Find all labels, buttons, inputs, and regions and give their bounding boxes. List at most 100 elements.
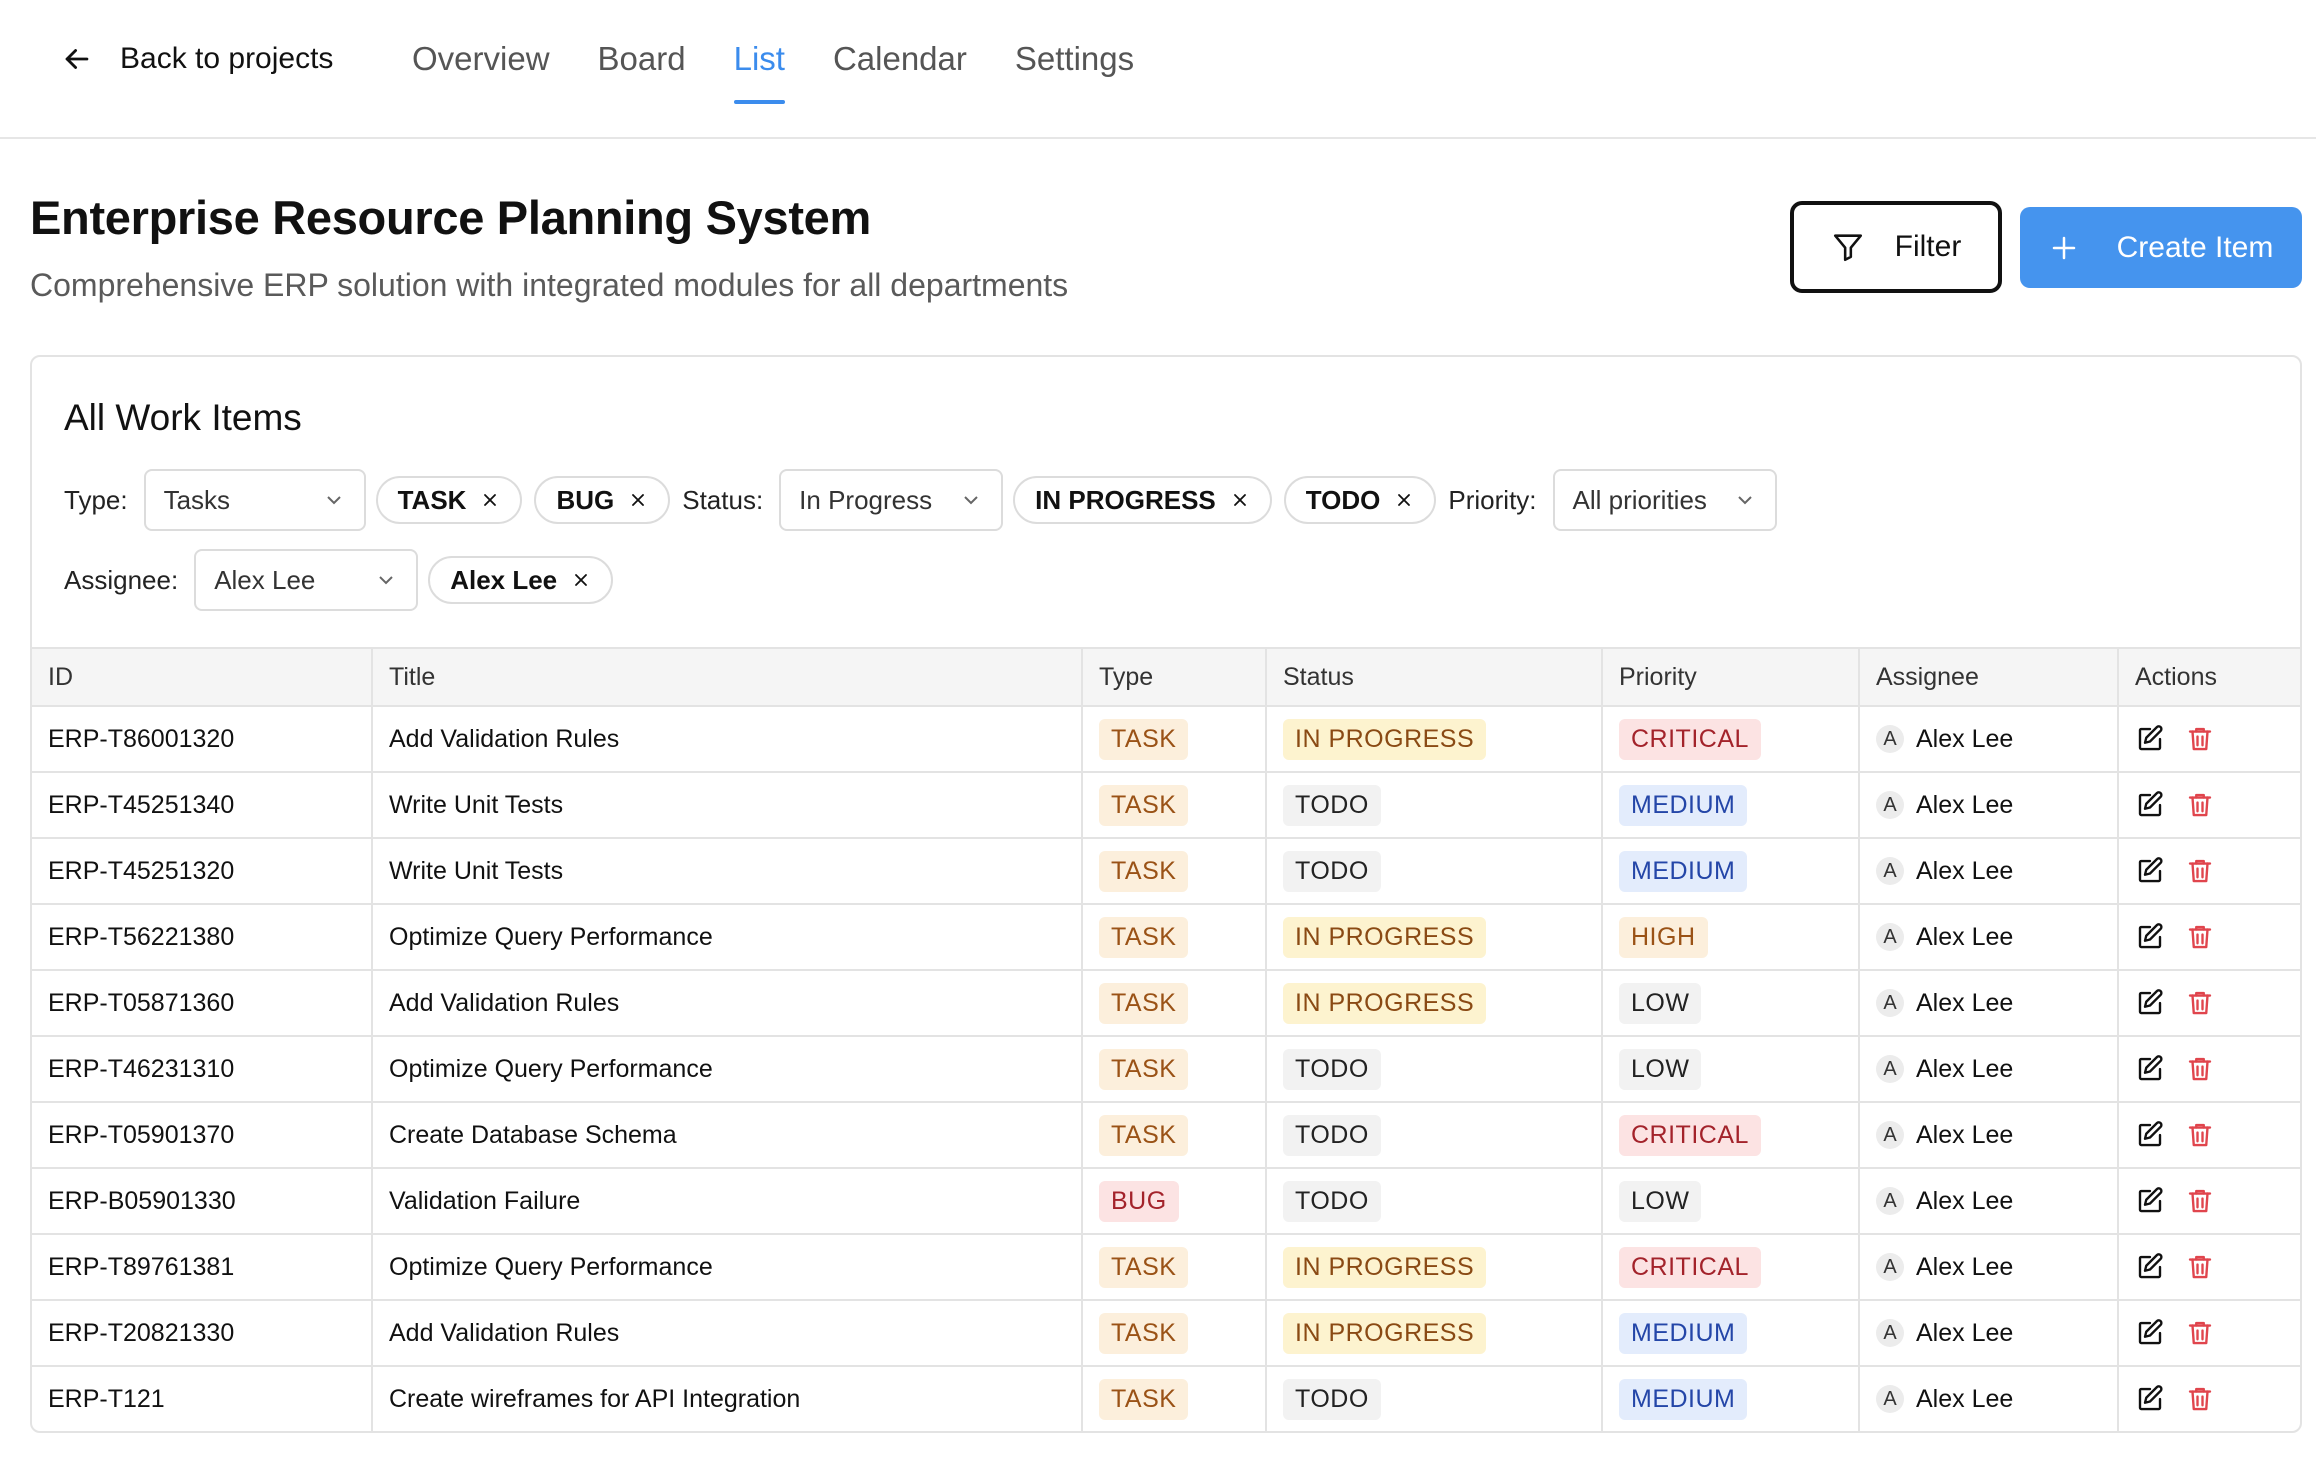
close-icon[interactable] bbox=[571, 570, 591, 590]
priority-badge: CRITICAL bbox=[1619, 1246, 1761, 1288]
table-row[interactable]: ERP-T86001320 Add Validation Rules TASK … bbox=[32, 706, 2300, 773]
edit-icon[interactable] bbox=[2135, 1186, 2165, 1216]
cell-id: ERP-T86001320 bbox=[32, 706, 373, 773]
assignee: A Alex Lee bbox=[1876, 989, 2117, 1018]
edit-icon[interactable] bbox=[2135, 1120, 2165, 1150]
table-row[interactable]: ERP-T89761381 Optimize Query Performance… bbox=[32, 1234, 2300, 1301]
row-actions bbox=[2135, 1120, 2300, 1150]
table-row[interactable]: ERP-T05901370 Create Database Schema TAS… bbox=[32, 1102, 2300, 1169]
assignee-name: Alex Lee bbox=[1916, 790, 2014, 819]
filter-button[interactable]: Filter bbox=[1790, 201, 2002, 293]
assignee-filter-label: Assignee: bbox=[64, 564, 179, 595]
cell-id: ERP-T89761381 bbox=[32, 1234, 373, 1301]
tab-board[interactable]: Board bbox=[598, 40, 686, 104]
item-id: ERP-B05901330 bbox=[48, 1186, 236, 1215]
item-title[interactable]: Add Validation Rules bbox=[389, 725, 619, 753]
trash-icon[interactable] bbox=[2185, 724, 2215, 754]
tab-settings[interactable]: Settings bbox=[1015, 40, 1134, 104]
avatar: A bbox=[1876, 1121, 1904, 1149]
table-row[interactable]: ERP-T05871360 Add Validation Rules TASK … bbox=[32, 970, 2300, 1037]
trash-icon[interactable] bbox=[2185, 1318, 2215, 1348]
create-item-button[interactable]: Create Item bbox=[2020, 207, 2302, 288]
chip-label: IN PROGRESS bbox=[1035, 484, 1216, 515]
type-select[interactable]: Tasks bbox=[143, 469, 366, 531]
item-title[interactable]: Write Unit Tests bbox=[389, 791, 563, 819]
cell-assignee: A Alex Lee bbox=[1859, 1366, 2119, 1431]
tab-list[interactable]: List bbox=[733, 40, 786, 104]
item-title[interactable]: Create wireframes for API Integration bbox=[389, 1385, 800, 1413]
view-tabs: Overview Board List Calendar Settings bbox=[412, 40, 1134, 104]
cell-priority: MEDIUM bbox=[1602, 838, 1860, 905]
item-title[interactable]: Create Database Schema bbox=[389, 1121, 677, 1149]
trash-icon[interactable] bbox=[2185, 790, 2215, 820]
table-row[interactable]: ERP-T56221380 Optimize Query Performance… bbox=[32, 904, 2300, 971]
close-icon[interactable] bbox=[628, 490, 648, 510]
edit-icon[interactable] bbox=[2135, 724, 2165, 754]
item-title[interactable]: Add Validation Rules bbox=[389, 989, 619, 1017]
chip-label: TASK bbox=[397, 484, 467, 515]
close-icon[interactable] bbox=[480, 490, 500, 510]
status-select[interactable]: In Progress bbox=[779, 469, 1004, 531]
edit-icon[interactable] bbox=[2135, 856, 2165, 886]
status-badge: TODO bbox=[1283, 1114, 1381, 1156]
column-header-assignee: Assignee bbox=[1859, 647, 2119, 707]
filter-label: Filter bbox=[1894, 230, 1962, 263]
arrow-left-icon bbox=[65, 49, 89, 69]
cell-type: TASK bbox=[1082, 838, 1267, 905]
table-row[interactable]: ERP-T121 Create wireframes for API Integ… bbox=[32, 1366, 2300, 1431]
back-to-projects-link[interactable]: Back to projects bbox=[60, 42, 333, 76]
item-title[interactable]: Optimize Query Performance bbox=[389, 1253, 713, 1281]
edit-icon[interactable] bbox=[2135, 922, 2165, 952]
cell-actions bbox=[2118, 1102, 2300, 1169]
table-row[interactable]: ERP-T20821330 Add Validation Rules TASK … bbox=[32, 1300, 2300, 1367]
item-title[interactable]: Optimize Query Performance bbox=[389, 1055, 713, 1083]
type-badge: TASK bbox=[1099, 1246, 1189, 1288]
status-badge: IN PROGRESS bbox=[1283, 916, 1487, 958]
status-badge: TODO bbox=[1283, 850, 1381, 892]
edit-icon[interactable] bbox=[2135, 1252, 2165, 1282]
edit-icon[interactable] bbox=[2135, 1054, 2165, 1084]
priority-badge: MEDIUM bbox=[1619, 850, 1748, 892]
cell-actions bbox=[2118, 706, 2300, 773]
edit-icon[interactable] bbox=[2135, 1318, 2165, 1348]
edit-icon[interactable] bbox=[2135, 790, 2165, 820]
edit-icon[interactable] bbox=[2135, 988, 2165, 1018]
table-row[interactable]: ERP-T45251340 Write Unit Tests TASK TODO… bbox=[32, 772, 2300, 839]
trash-icon[interactable] bbox=[2185, 922, 2215, 952]
trash-icon[interactable] bbox=[2185, 1120, 2215, 1150]
type-badge: BUG bbox=[1099, 1180, 1179, 1222]
table-row[interactable]: ERP-T46231310 Optimize Query Performance… bbox=[32, 1036, 2300, 1103]
page-title: Enterprise Resource Planning System bbox=[30, 191, 872, 244]
item-title[interactable]: Validation Failure bbox=[389, 1187, 580, 1215]
close-icon[interactable] bbox=[1230, 490, 1250, 510]
assignee-select[interactable]: Alex Lee bbox=[194, 549, 419, 611]
item-title[interactable]: Optimize Query Performance bbox=[389, 923, 713, 951]
trash-icon[interactable] bbox=[2185, 856, 2215, 886]
item-title[interactable]: Write Unit Tests bbox=[389, 857, 563, 885]
priority-select[interactable]: All priorities bbox=[1552, 469, 1777, 531]
trash-icon[interactable] bbox=[2185, 988, 2215, 1018]
type-badge: TASK bbox=[1099, 1378, 1189, 1420]
trash-icon[interactable] bbox=[2185, 1252, 2215, 1282]
tab-calendar[interactable]: Calendar bbox=[833, 40, 967, 104]
cell-type: TASK bbox=[1082, 1234, 1267, 1301]
table-row[interactable]: ERP-B05901330 Validation Failure BUG TOD… bbox=[32, 1168, 2300, 1235]
close-icon[interactable] bbox=[1394, 490, 1414, 510]
trash-icon[interactable] bbox=[2185, 1186, 2215, 1216]
trash-icon[interactable] bbox=[2185, 1384, 2215, 1414]
assignee-name: Alex Lee bbox=[1916, 856, 2014, 885]
trash-icon[interactable] bbox=[2185, 1054, 2215, 1084]
assignee: A Alex Lee bbox=[1876, 1121, 2117, 1150]
item-title[interactable]: Add Validation Rules bbox=[389, 1319, 619, 1347]
type-badge: TASK bbox=[1099, 1312, 1189, 1354]
item-id: ERP-T46231310 bbox=[48, 1054, 235, 1083]
status-badge: IN PROGRESS bbox=[1283, 718, 1487, 760]
cell-assignee: A Alex Lee bbox=[1859, 838, 2119, 905]
type-badge: TASK bbox=[1099, 784, 1189, 826]
tab-overview[interactable]: Overview bbox=[412, 40, 550, 104]
item-id: ERP-T20821330 bbox=[48, 1318, 235, 1347]
work-items-card: All Work Items Type: Tasks TASK BUG Stat… bbox=[30, 355, 2302, 1433]
table-row[interactable]: ERP-T45251320 Write Unit Tests TASK TODO… bbox=[32, 838, 2300, 905]
edit-icon[interactable] bbox=[2135, 1384, 2165, 1414]
cell-title: Optimize Query Performance bbox=[372, 1036, 1083, 1103]
